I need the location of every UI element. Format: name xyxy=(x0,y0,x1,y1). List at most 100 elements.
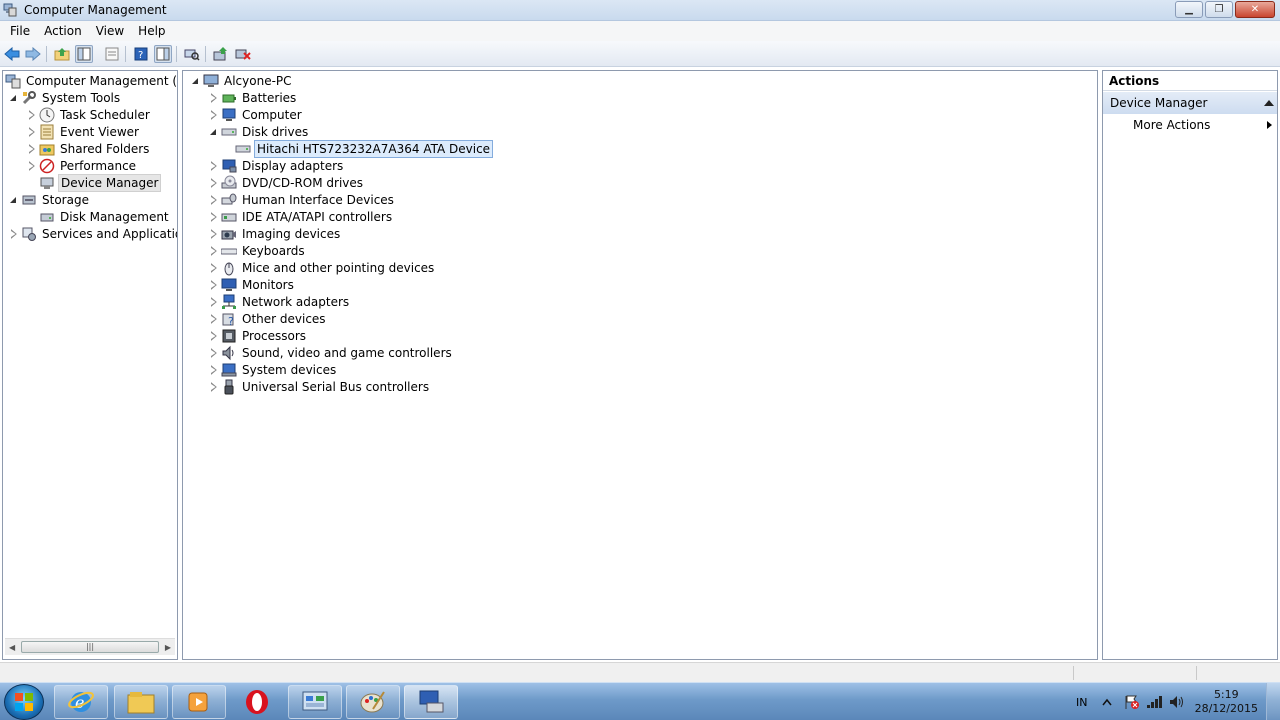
device-category-monitors[interactable]: Monitors xyxy=(209,276,296,293)
device-category-mice[interactable]: Mice and other pointing devices xyxy=(209,259,436,276)
expand-arrow-icon[interactable] xyxy=(209,229,218,238)
tree-item-storage[interactable]: Storage xyxy=(9,191,91,208)
device-category-other[interactable]: ? Other devices xyxy=(209,310,328,327)
mouse-icon xyxy=(221,260,237,276)
minimize-button[interactable]: ▁ xyxy=(1175,1,1203,18)
device-category-keyboards[interactable]: Keyboards xyxy=(209,242,307,259)
device-category-sound[interactable]: Sound, video and game controllers xyxy=(209,344,454,361)
device-category-ide[interactable]: IDE ATA/ATAPI controllers xyxy=(209,208,394,225)
network-button[interactable] xyxy=(1146,683,1164,720)
restore-button[interactable]: ❐ xyxy=(1205,1,1233,18)
expand-arrow-icon[interactable] xyxy=(27,161,36,170)
help-button[interactable]: ? xyxy=(132,45,150,63)
expand-arrow-icon[interactable] xyxy=(27,110,36,119)
tree-item-computer-management[interactable]: Computer Management (Local xyxy=(5,72,178,89)
device-category-batteries[interactable]: Batteries xyxy=(209,89,298,106)
uninstall-button[interactable] xyxy=(234,45,252,63)
expand-arrow-icon[interactable] xyxy=(9,195,18,204)
expand-arrow-icon[interactable] xyxy=(209,331,218,340)
taskbar-internet-explorer[interactable]: e xyxy=(54,685,108,719)
expand-arrow-icon[interactable] xyxy=(209,365,218,374)
volume-button[interactable] xyxy=(1169,683,1185,720)
tree-item-system-tools[interactable]: System Tools xyxy=(9,89,122,106)
computer-icon xyxy=(221,107,237,123)
tree-item-task-scheduler[interactable]: Task Scheduler xyxy=(27,106,152,123)
expand-arrow-icon[interactable] xyxy=(9,93,18,102)
expand-arrow-icon[interactable] xyxy=(209,263,218,272)
tree-item-event-viewer[interactable]: Event Viewer xyxy=(27,123,141,140)
action-center-button[interactable] xyxy=(1124,683,1140,720)
tree-item-performance[interactable]: Performance xyxy=(27,157,138,174)
expand-arrow-icon[interactable] xyxy=(209,195,218,204)
show-hide-console-tree-button[interactable] xyxy=(75,45,93,63)
menu-view[interactable]: View xyxy=(89,21,131,41)
scan-hardware-button[interactable] xyxy=(183,45,201,63)
expand-arrow-icon[interactable] xyxy=(209,246,218,255)
scroll-right-icon[interactable]: ▶ xyxy=(165,643,171,652)
start-button[interactable] xyxy=(4,684,44,720)
menu-file[interactable]: File xyxy=(3,21,37,41)
expand-arrow-icon[interactable] xyxy=(209,178,218,187)
scroll-thumb[interactable]: ||| xyxy=(21,641,159,653)
device-category-network-adapters[interactable]: Network adapters xyxy=(209,293,351,310)
device-category-dvd-drives[interactable]: DVD/CD-ROM drives xyxy=(209,174,365,191)
clock[interactable]: 5:19 28/12/2015 xyxy=(1195,688,1258,716)
expand-arrow-icon[interactable] xyxy=(209,161,218,170)
show-hidden-icons-button[interactable] xyxy=(1102,683,1112,720)
language-indicator[interactable]: IN xyxy=(1076,683,1087,720)
show-hide-action-pane-button[interactable] xyxy=(154,45,172,63)
expand-arrow-icon[interactable] xyxy=(191,76,200,85)
expand-arrow-icon[interactable] xyxy=(27,144,36,153)
scroll-left-icon[interactable]: ◀ xyxy=(9,643,15,652)
up-folder-button[interactable] xyxy=(53,45,71,63)
media-player-icon xyxy=(188,692,208,712)
device-category-disk-drives[interactable]: Disk drives xyxy=(209,123,310,140)
tree-label-root: Computer Management (Local xyxy=(26,73,178,88)
close-button[interactable]: ✕ xyxy=(1235,1,1275,18)
taskbar-paint[interactable] xyxy=(346,685,400,719)
expand-arrow-icon[interactable] xyxy=(209,93,218,102)
taskbar-media-player[interactable] xyxy=(172,685,226,719)
device-category-usb[interactable]: Universal Serial Bus controllers xyxy=(209,378,431,395)
tree-item-services-applications[interactable]: Services and Applications xyxy=(9,225,177,242)
clock-date: 28/12/2015 xyxy=(1194,702,1258,715)
menu-help[interactable]: Help xyxy=(131,21,172,41)
more-actions-item[interactable]: More Actions xyxy=(1103,115,1277,135)
computer-icon xyxy=(203,73,219,89)
properties-button[interactable] xyxy=(103,45,121,63)
taskbar-computer-management[interactable] xyxy=(404,685,458,719)
taskbar-control-panel[interactable] xyxy=(288,685,342,719)
clock-icon xyxy=(39,107,55,123)
expand-arrow-icon[interactable] xyxy=(209,212,218,221)
tree-item-device-manager[interactable]: Device Manager xyxy=(27,173,162,192)
device-category-processors[interactable]: Processors xyxy=(209,327,308,344)
taskbar-explorer[interactable] xyxy=(114,685,168,719)
device-category-imaging[interactable]: Imaging devices xyxy=(209,225,342,242)
device-category-display-adapters[interactable]: Display adapters xyxy=(209,157,345,174)
back-button[interactable] xyxy=(3,45,21,63)
expand-arrow-icon[interactable] xyxy=(209,297,218,306)
collapse-up-icon[interactable] xyxy=(1264,100,1274,106)
expand-arrow-icon[interactable] xyxy=(209,280,218,289)
device-category-system[interactable]: System devices xyxy=(209,361,338,378)
expand-arrow-icon[interactable] xyxy=(27,127,36,136)
expand-arrow-icon[interactable] xyxy=(209,110,218,119)
expand-arrow-icon[interactable] xyxy=(9,229,18,238)
actions-section-device-manager[interactable]: Device Manager xyxy=(1103,92,1277,114)
forward-button[interactable] xyxy=(24,45,42,63)
expand-arrow-icon[interactable] xyxy=(209,314,218,323)
update-driver-button[interactable] xyxy=(212,45,230,63)
tree-item-disk-management[interactable]: Disk Management xyxy=(27,208,171,225)
device-tree-root[interactable]: Alcyone-PC xyxy=(191,72,294,89)
expand-arrow-icon[interactable] xyxy=(209,127,218,136)
horizontal-scrollbar[interactable]: ◀ ||| ▶ xyxy=(5,638,175,655)
device-category-computer[interactable]: Computer xyxy=(209,106,304,123)
show-desktop-button[interactable] xyxy=(1266,683,1280,720)
expand-arrow-icon[interactable] xyxy=(209,382,218,391)
expand-arrow-icon[interactable] xyxy=(209,348,218,357)
device-category-hid[interactable]: Human Interface Devices xyxy=(209,191,396,208)
taskbar-opera[interactable] xyxy=(230,685,284,719)
tree-item-shared-folders[interactable]: Shared Folders xyxy=(27,140,151,157)
menu-action[interactable]: Action xyxy=(37,21,89,41)
device-disk-hitachi[interactable]: Hitachi HTS723232A7A364 ATA Device xyxy=(235,139,494,158)
